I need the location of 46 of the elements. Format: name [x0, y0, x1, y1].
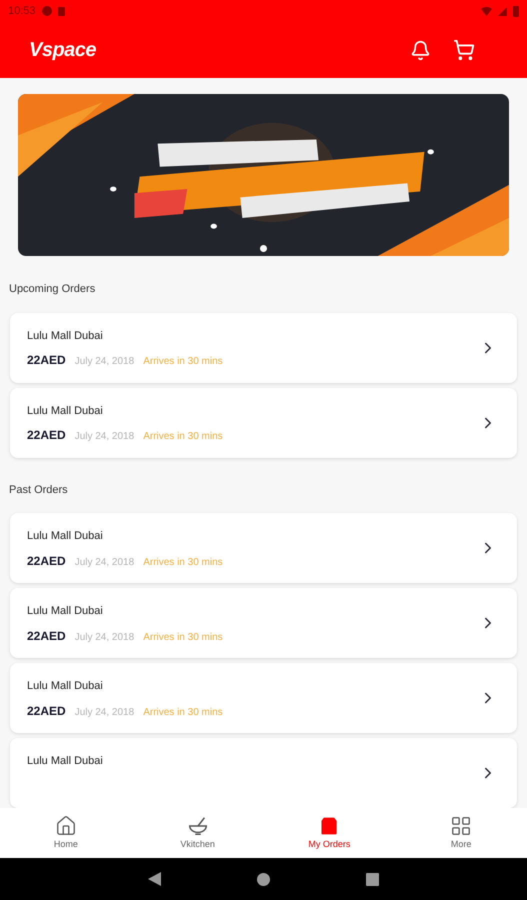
section-title: Upcoming Orders: [9, 282, 96, 297]
order-card[interactable]: Lulu Mall Dubai 22AED July 24, 2018 Arrives in 30 mins: [10, 388, 517, 458]
nav-tab[interactable]: Vkitchen: [132, 808, 264, 858]
wifi-icon: [481, 6, 492, 16]
order-status: Arrives in 30 mins: [143, 556, 223, 570]
order-date: July 24, 2018: [74, 630, 134, 644]
order-date: July 24, 2018: [74, 355, 134, 369]
grid-icon: [450, 814, 472, 837]
order-amount: 22AED: [27, 702, 66, 720]
cart-icon[interactable]: [453, 39, 475, 61]
order-card[interactable]: Lulu Mall Dubai 22AED July 24, 2018 Arrives in 30 mins: [10, 588, 517, 658]
order-card[interactable]: Lulu Mall Dubai 22AED July 24, 2018 Arrives in 30 mins: [10, 663, 517, 733]
order-card[interactable]: Lulu Mall Dubai: [10, 738, 517, 808]
home-icon: [54, 814, 77, 837]
app-logo[interactable]: Vspace: [29, 35, 96, 65]
order-title: Lulu Mall Dubai: [27, 754, 104, 769]
order-title: Lulu Mall Dubai: [27, 604, 104, 619]
nav-tab[interactable]: Home: [0, 808, 132, 858]
order-status: Arrives in 30 mins: [143, 630, 223, 644]
order-amount: 22AED: [27, 552, 66, 570]
status-time: 10:53: [8, 4, 36, 19]
order-title: Lulu Mall Dubai: [27, 328, 104, 344]
nav-tab[interactable]: More: [395, 808, 527, 858]
back-icon[interactable]: [148, 872, 161, 886]
notification-bell-icon[interactable]: [410, 40, 431, 60]
nav-tab[interactable]: My Orders: [264, 808, 396, 858]
order-date: July 24, 2018: [74, 556, 134, 570]
home-button-icon[interactable]: [257, 872, 270, 886]
order-date: July 24, 2018: [74, 706, 134, 720]
order-amount: 22AED: [27, 352, 66, 369]
order-card[interactable]: Lulu Mall Dubai 22AED July 24, 2018 Arrives in 30 mins: [10, 312, 517, 382]
order-amount: 22AED: [27, 628, 66, 644]
order-date: July 24, 2018: [74, 430, 134, 444]
order-card[interactable]: Lulu Mall Dubai 22AED July 24, 2018 Arrives in 30 mins: [10, 513, 517, 583]
order-amount: 22AED: [27, 427, 66, 444]
order-title: Lulu Mall Dubai: [27, 404, 104, 418]
signal-icon: [498, 6, 507, 16]
order-status: Arrives in 30 mins: [143, 355, 223, 369]
battery-icon: [513, 6, 519, 16]
order-title: Lulu Mall Dubai: [27, 529, 104, 544]
order-title: Lulu Mall Dubai: [27, 679, 104, 694]
mixing-bowl-icon: [186, 814, 209, 837]
recents-icon[interactable]: [366, 872, 379, 886]
order-status: Arrives in 30 mins: [143, 706, 223, 720]
order-status: Arrives in 30 mins: [143, 430, 223, 444]
section-title: Past Orders: [9, 482, 69, 498]
